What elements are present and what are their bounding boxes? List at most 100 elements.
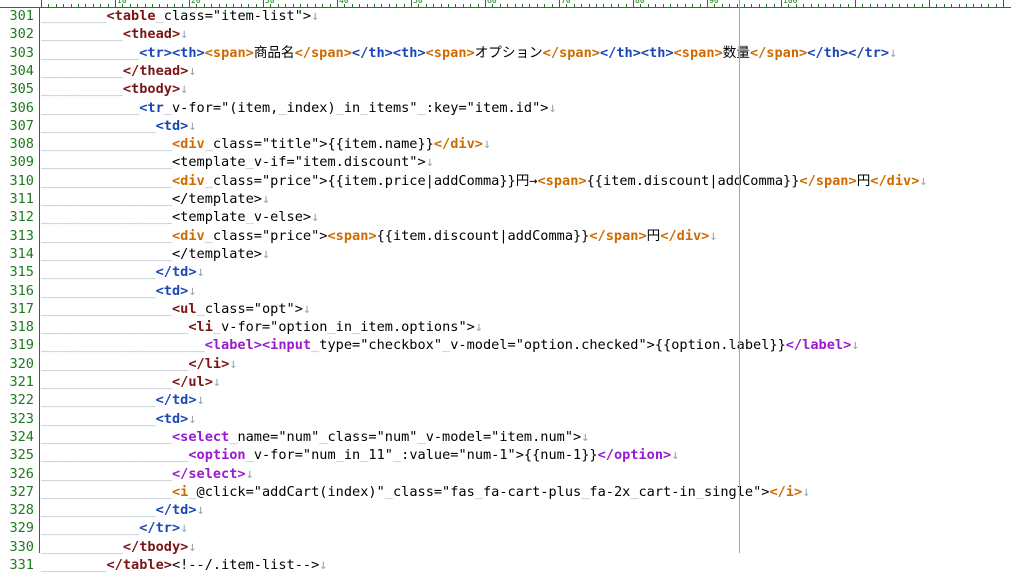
code-line[interactable]: __________</tbody>↓ [41, 538, 197, 556]
eol-icon: ↓ [261, 245, 271, 262]
code-token: v-model="item.num"> [425, 428, 582, 445]
code-token: v-if="item.discount"> [253, 154, 426, 171]
code-line[interactable]: ________________<div_class="title">{{ite… [41, 135, 491, 153]
line-number-gutter: 301 302 303 304 305 306 307 308 309 310 311 312 313 3… [0, 7, 40, 573]
code-token: 数量 [722, 44, 750, 61]
code-token: </i> [769, 483, 803, 500]
code-token: <tbody> [122, 81, 181, 98]
indent-whitespace: ________________ [41, 300, 172, 317]
line-number: 331 [9, 557, 34, 573]
whitespace-marker: _ [278, 99, 287, 116]
code-token: <span> [425, 44, 475, 61]
line-number: 319 [9, 337, 34, 354]
code-line[interactable]: ________________</template>↓ [41, 245, 270, 263]
code-line[interactable]: ________<table_class="item-list">↓ [41, 7, 319, 25]
indent-whitespace: ____________ [41, 520, 140, 537]
indent-whitespace: ________________ [41, 154, 172, 171]
code-line[interactable]: ______________</td>↓ [41, 501, 205, 519]
code-token: index) [286, 99, 336, 116]
indent-whitespace: ______________ [41, 392, 156, 409]
code-token: </tr> [848, 44, 890, 61]
code-line[interactable]: ________________<i_@click="addCart(index… [41, 483, 810, 501]
code-line[interactable]: ________________<template_v-else>↓ [41, 208, 319, 226]
code-area[interactable]: ________<table_class="item-list">↓ ______… [41, 7, 1011, 573]
indent-whitespace: __________________ [41, 319, 189, 336]
code-line[interactable]: ________________<div_class="price"><span… [41, 227, 718, 245]
code-token: </td> [155, 392, 197, 409]
code-token: <option [188, 447, 246, 464]
eol-icon: ↓ [709, 227, 718, 244]
eol-icon: ↓ [188, 62, 197, 79]
line-number: 324 [9, 428, 34, 445]
code-line[interactable]: __________________</li>↓ [41, 355, 237, 373]
code-line[interactable]: __________________<option_v-for="num_in_… [41, 446, 679, 464]
line-number: 314 [9, 245, 34, 262]
eol-icon: ↓ [889, 44, 898, 61]
code-token: 円 [646, 227, 661, 244]
code-token: </span> [749, 44, 808, 61]
line-number: 327 [9, 483, 34, 500]
eol-icon: ↓ [671, 447, 680, 464]
code-line[interactable]: ______________</td>↓ [41, 263, 205, 281]
whitespace-marker: _ [442, 337, 451, 354]
line-number: 303 [9, 44, 34, 61]
code-token: :key="item.id"> [425, 99, 549, 116]
eol-icon: ↓ [802, 483, 811, 500]
code-token: <template [171, 209, 246, 226]
code-line[interactable]: ____________<tr_v-for="(item,_index)_in_… [41, 99, 557, 117]
code-token: <span> [537, 172, 587, 189]
code-token: <label> [204, 337, 262, 354]
code-token: v-model="option.checked">{{option.label}… [450, 337, 786, 354]
code-token: <div [171, 172, 205, 189]
whitespace-marker: _ [417, 99, 426, 116]
indent-whitespace: ________ [41, 8, 107, 24]
code-editor[interactable]: 10 20 30 40 50 60 70 80 90 100 301 302 303 304 305 306… [0, 0, 1011, 573]
line-number: 313 [9, 227, 34, 244]
code-line[interactable]: ________________</select>↓ [41, 465, 254, 483]
code-token: <th> [171, 44, 205, 61]
code-line[interactable]: __________________<li_v-for="option_in_i… [41, 318, 483, 336]
line-number: 311 [9, 191, 34, 207]
code-token: </div> [433, 136, 483, 153]
code-token: <span> [673, 44, 723, 61]
code-line[interactable]: ________________</ul>↓ [41, 373, 221, 391]
code-line[interactable]: ________________<div_class="price">{{ite… [41, 172, 928, 190]
line-number: 307 [9, 117, 34, 134]
code-line[interactable]: ______________<td>↓ [41, 117, 197, 135]
code-token: </select> [171, 465, 246, 482]
eol-icon: ↓ [188, 117, 197, 134]
code-token: </template> [171, 191, 262, 207]
code-token: v-for="option [221, 319, 328, 336]
code-line[interactable]: ______________</td>↓ [41, 391, 205, 409]
line-number: 301 [9, 8, 34, 24]
code-line[interactable]: ________________<select_name="num"_class… [41, 428, 589, 446]
code-line[interactable]: ____________________<label><input _type="… [41, 336, 859, 354]
code-line[interactable]: ______________<td>↓ [41, 282, 197, 300]
code-line[interactable]: ____________<tr><th><span>商品名</span></th… [41, 44, 897, 62]
code-line[interactable]: ________________<ul_class="opt">↓ [41, 300, 311, 318]
code-token: <thead> [122, 26, 181, 43]
code-line[interactable]: ________________</template>↓ [41, 190, 270, 208]
code-token: </span> [799, 172, 857, 189]
ruler-tick [633, 0, 634, 7]
code-token: </tbody> [122, 538, 189, 555]
ruler-label: 50 [413, 0, 423, 5]
ruler-tick [855, 0, 856, 7]
eol-icon: ↓ [581, 428, 590, 445]
code-token: </span> [589, 227, 647, 244]
indent-whitespace: ________________ [41, 245, 172, 262]
eol-icon: ↓ [425, 154, 434, 171]
code-token: オプション [474, 44, 543, 61]
indent-whitespace: ________________ [41, 136, 172, 153]
code-line[interactable]: ______________<td>↓ [41, 410, 197, 428]
code-line[interactable]: ____________</tr>↓ [41, 519, 188, 537]
code-token: cart-in [638, 483, 696, 500]
code-line[interactable]: __________<tbody>↓ [41, 80, 188, 98]
code-token: <td> [155, 410, 189, 427]
indent-whitespace: ________________ [41, 209, 172, 226]
code-line[interactable]: ________________<template_v-if="item.dis… [41, 153, 434, 171]
code-line[interactable]: __________</thead>↓ [41, 62, 197, 80]
code-line[interactable]: ________</table><!--/.item-list-->↓ [41, 556, 327, 574]
code-line[interactable]: __________<thead>↓ [41, 25, 188, 43]
line-number: 325 [9, 447, 34, 464]
